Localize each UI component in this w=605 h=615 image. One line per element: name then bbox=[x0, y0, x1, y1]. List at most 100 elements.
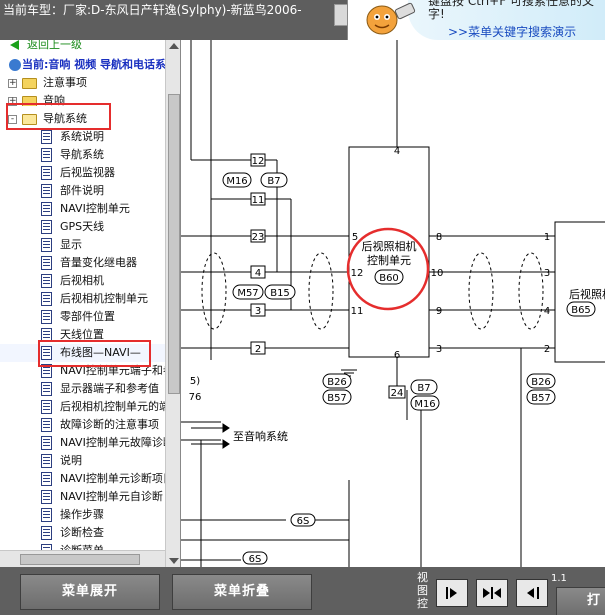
doc-label: 导航系统 bbox=[60, 148, 104, 161]
pin-b60-9: 9 bbox=[436, 306, 442, 317]
tree-doc-item[interactable]: 部件说明 bbox=[0, 182, 165, 200]
pin-b60-5: 5 bbox=[352, 232, 358, 243]
tree-doc-item[interactable]: 后视相机 bbox=[0, 272, 165, 290]
document-icon bbox=[41, 490, 52, 504]
connector-m16-2: M16 bbox=[414, 399, 435, 410]
doc-label: NAVI控制单元 bbox=[60, 202, 130, 215]
document-icon bbox=[41, 436, 52, 450]
doc-label: 系统说明 bbox=[60, 130, 104, 143]
document-icon bbox=[41, 274, 52, 288]
doc-label: 诊断检查 bbox=[60, 526, 104, 539]
header-button[interactable] bbox=[334, 4, 348, 26]
document-icon bbox=[41, 508, 52, 522]
expand-menu-button[interactable]: 菜单展开 bbox=[20, 574, 160, 610]
doc-label: 故障诊断的注意事项 bbox=[60, 418, 159, 431]
connector-b15: B15 bbox=[270, 288, 290, 299]
back-arrow-icon bbox=[10, 40, 19, 50]
doc-label: NAVI控制单元诊断项目 bbox=[60, 472, 165, 485]
back-link[interactable]: 返回上一级 bbox=[0, 40, 165, 54]
collapse-menu-button[interactable]: 菜单折叠 bbox=[172, 574, 312, 610]
wire-box-23: 23 bbox=[252, 232, 265, 243]
unit-b60-name-2: 控制单元 bbox=[367, 253, 411, 267]
shield-tag-1: 6S bbox=[297, 516, 310, 527]
document-icon bbox=[41, 130, 52, 144]
bottom-toolbar: 菜单展开 菜单折叠 视图控 1.1 打 bbox=[0, 567, 605, 615]
view-left-button[interactable] bbox=[516, 579, 548, 607]
connector-b7: B7 bbox=[267, 176, 280, 187]
doc-label: 显示 bbox=[60, 238, 82, 251]
arrow-right-icon bbox=[483, 588, 490, 598]
tree-doc-item[interactable]: 后视相机控制单元的端子 bbox=[0, 398, 165, 416]
document-icon bbox=[41, 238, 52, 252]
current-label: 当前:音响 视频 导航和电话系统 bbox=[22, 58, 165, 71]
tree-doc-item[interactable]: 系统说明 bbox=[0, 128, 165, 146]
document-icon bbox=[41, 292, 52, 306]
page-number: 1.1 bbox=[551, 573, 567, 584]
tree-doc-item[interactable]: 导航系统 bbox=[0, 146, 165, 164]
view-right-button[interactable] bbox=[436, 579, 468, 607]
doc-label: NAVI控制单元故障诊断 bbox=[60, 436, 165, 449]
wire-box-12: 12 bbox=[252, 156, 265, 167]
audio-system-label: 至音响系统 bbox=[233, 429, 288, 443]
partial-label-1: 5) bbox=[190, 376, 200, 387]
tree-doc-item[interactable]: NAVI控制单元自诊断 bbox=[0, 488, 165, 506]
scroll-thumb[interactable] bbox=[168, 94, 180, 394]
tree-doc-item[interactable]: 操作步骤 bbox=[0, 506, 165, 524]
tree-doc-item[interactable]: 故障诊断的注意事项 bbox=[0, 416, 165, 434]
tree-doc-item[interactable]: 零部件位置 bbox=[0, 308, 165, 326]
scroll-down-icon[interactable] bbox=[169, 558, 179, 564]
tree-content: 返回上一级 当前:音响 视频 导航和电话系统 + 注意事项 + 音响 - 导航系… bbox=[0, 40, 165, 567]
partial-label-2: 76 bbox=[189, 392, 202, 403]
tree-doc-item[interactable]: 显示器端子和参考值 bbox=[0, 380, 165, 398]
wire-box-2: 2 bbox=[255, 344, 261, 355]
tree-doc-item[interactable]: GPS天线 bbox=[0, 218, 165, 236]
search-demo-link[interactable]: >>菜单关键字搜索演示 bbox=[448, 23, 576, 40]
tree-doc-item[interactable]: NAVI控制单元故障诊断 bbox=[0, 434, 165, 452]
unit-b65-name: 后视照相 bbox=[569, 287, 605, 301]
doc-label: 显示器端子和参考值 bbox=[60, 382, 159, 395]
pin-b60-bottom: 6 bbox=[394, 350, 400, 361]
arrow-left-icon bbox=[494, 588, 501, 598]
pin-b60-12: 12 bbox=[351, 268, 364, 279]
document-icon bbox=[41, 454, 52, 468]
tree-vertical-scrollbar[interactable] bbox=[165, 40, 180, 567]
view-split-button[interactable] bbox=[476, 579, 508, 607]
doc-label: 操作步骤 bbox=[60, 508, 104, 521]
tree-doc-item[interactable]: 后视监视器 bbox=[0, 164, 165, 182]
cd-icon bbox=[9, 59, 21, 71]
connector-m16: M16 bbox=[226, 176, 247, 187]
connector-b26-2: B26 bbox=[531, 377, 551, 388]
pin-b65-3: 3 bbox=[544, 268, 550, 279]
pin-b60-10: 10 bbox=[431, 268, 444, 279]
pin-b60-8: 8 bbox=[436, 232, 442, 243]
doc-label: 说明 bbox=[60, 454, 82, 467]
expand-icon[interactable]: + bbox=[8, 79, 17, 88]
tree-horizontal-scrollbar[interactable] bbox=[0, 550, 165, 567]
doc-label: 后视相机 bbox=[60, 274, 104, 287]
doc-label: 部件说明 bbox=[60, 184, 104, 197]
document-icon bbox=[41, 256, 52, 270]
tree-doc-item[interactable]: 音量变化继电器 bbox=[0, 254, 165, 272]
hscroll-thumb[interactable] bbox=[20, 554, 140, 565]
doc-label: 后视监视器 bbox=[60, 166, 115, 179]
mascot-icon bbox=[366, 2, 416, 35]
current-node: 当前:音响 视频 导航和电话系统 bbox=[0, 56, 165, 74]
wire-box-11: 11 bbox=[252, 195, 265, 206]
folder-notes[interactable]: + 注意事项 bbox=[0, 74, 165, 92]
document-icon bbox=[41, 166, 52, 180]
tree-doc-item[interactable]: NAVI控制单元诊断项目 bbox=[0, 470, 165, 488]
document-icon bbox=[41, 148, 52, 162]
scroll-up-icon[interactable] bbox=[169, 43, 179, 49]
doc-label: GPS天线 bbox=[60, 220, 105, 233]
tree-doc-item[interactable]: 显示 bbox=[0, 236, 165, 254]
connector-m57: M57 bbox=[237, 288, 258, 299]
arrow-right-icon bbox=[450, 588, 457, 598]
document-icon bbox=[41, 184, 52, 198]
tree-doc-item[interactable]: 诊断检查 bbox=[0, 524, 165, 542]
tree-doc-item[interactable]: NAVI控制单元 bbox=[0, 200, 165, 218]
print-button[interactable]: 打 bbox=[556, 587, 605, 615]
tree-doc-item[interactable]: 说明 bbox=[0, 452, 165, 470]
unit-b60-name-1: 后视照相机 bbox=[362, 239, 417, 253]
highlight-box-folder bbox=[6, 103, 111, 130]
tree-doc-item[interactable]: 后视相机控制单元 bbox=[0, 290, 165, 308]
